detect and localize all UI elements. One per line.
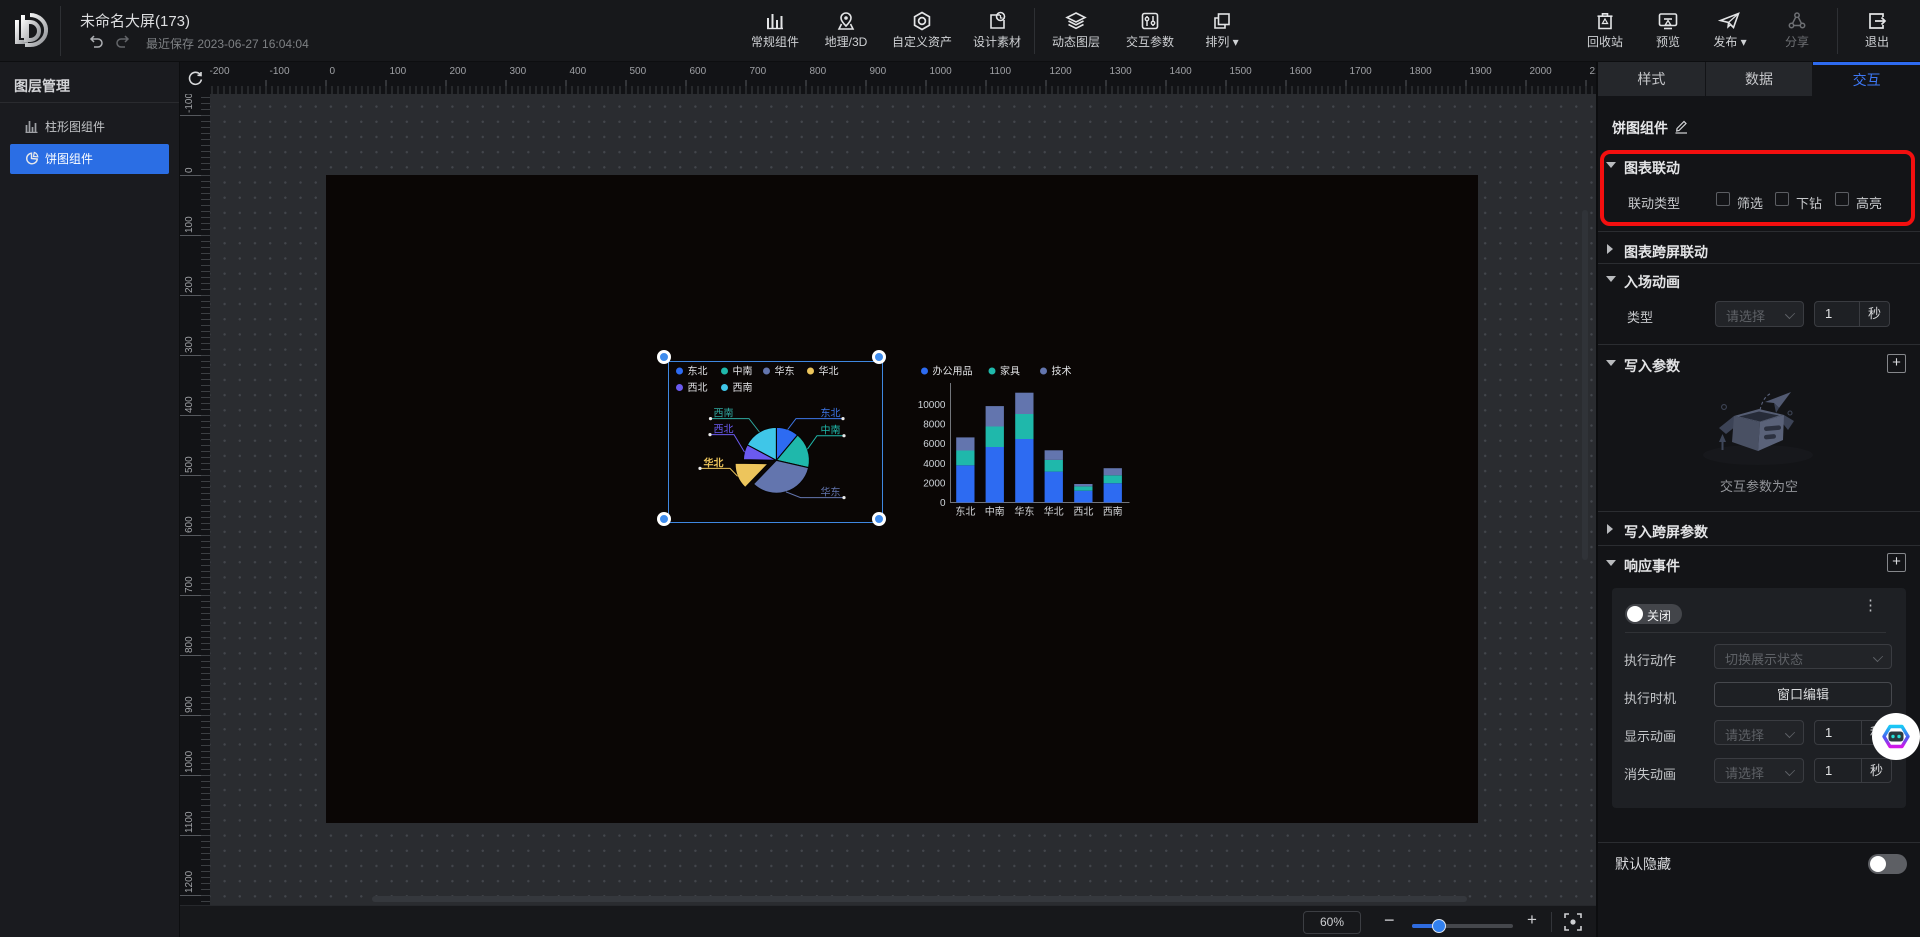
svg-text:4000: 4000	[923, 459, 946, 470]
svg-text:华北: 华北	[1043, 505, 1063, 518]
svg-text:6000: 6000	[923, 439, 946, 450]
svg-text:西北: 西北	[1073, 506, 1093, 518]
svg-text:办公用品: 办公用品	[932, 365, 972, 378]
svg-text:技术: 技术	[1051, 365, 1071, 378]
svg-text:10000: 10000	[917, 400, 945, 411]
svg-text:华东: 华东	[1014, 505, 1034, 518]
svg-text:家具: 家具	[1000, 365, 1020, 378]
svg-text:0: 0	[939, 498, 945, 509]
svg-text:东北: 东北	[955, 505, 975, 518]
svg-text:西南: 西南	[1102, 505, 1122, 518]
svg-text:中南: 中南	[984, 505, 1004, 518]
svg-text:8000: 8000	[923, 420, 946, 431]
svg-text:2000: 2000	[923, 478, 946, 489]
